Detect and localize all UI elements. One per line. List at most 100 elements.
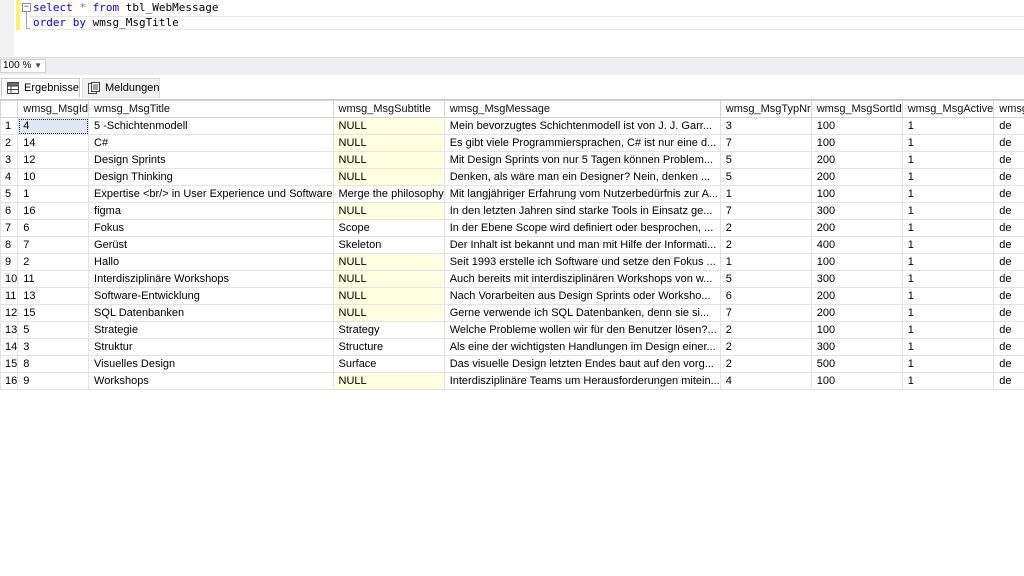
row-number-cell[interactable]: 13 bbox=[0, 321, 19, 339]
table-row[interactable]: 11 13 Software-Entwicklung NULL Nach Vorarbe… bbox=[0, 287, 1024, 305]
msgtitle-cell[interactable]: C# bbox=[88, 134, 334, 152]
msgid-cell[interactable]: 9 bbox=[17, 372, 90, 390]
msgsortid-cell[interactable]: 100 bbox=[810, 185, 903, 203]
column-header-msgsubtitle[interactable]: wmsg_MsgSubtitle bbox=[332, 100, 445, 118]
msgtypnr-cell[interactable]: 2 bbox=[719, 338, 812, 356]
msgtitle-cell[interactable]: Gerüst bbox=[88, 236, 334, 254]
msgtitle-cell[interactable]: figma bbox=[88, 202, 334, 220]
table-row[interactable]: 3 12 Design Sprints NULL Mit Design Sprints … bbox=[0, 151, 1024, 169]
msgtypnr-cell[interactable]: 1 bbox=[719, 253, 812, 271]
msgsubtitle-cell[interactable]: NULL bbox=[332, 270, 445, 288]
msgactive-cell[interactable]: 1 bbox=[901, 185, 995, 203]
msglang-cell[interactable]: de bbox=[993, 134, 1024, 152]
msgsubtitle-cell[interactable]: Surface bbox=[332, 355, 445, 373]
msgmessage-cell[interactable]: Nach Vorarbeiten aus Design Sprints oder… bbox=[443, 287, 721, 305]
msgsubtitle-cell[interactable]: NULL bbox=[332, 287, 445, 305]
msgmessage-cell[interactable]: Mit langjähriger Erfahrung vom Nutzerbed… bbox=[443, 185, 721, 203]
msgid-cell[interactable]: 2 bbox=[17, 253, 90, 271]
msgsortid-cell[interactable]: 200 bbox=[810, 304, 903, 322]
table-row[interactable]: 9 2 Hallo NULL Seit 1993 erstelle ich Softwa… bbox=[0, 253, 1024, 271]
msgsortid-cell[interactable]: 200 bbox=[810, 287, 903, 305]
msgsortid-cell[interactable]: 200 bbox=[810, 219, 903, 237]
msgid-cell[interactable]: 4 bbox=[17, 117, 90, 135]
column-header-msgtitle[interactable]: wmsg_MsgTitle bbox=[88, 100, 334, 118]
msgtypnr-cell[interactable]: 1 bbox=[719, 185, 812, 203]
msgsubtitle-cell[interactable]: NULL bbox=[332, 202, 445, 220]
msgtypnr-cell[interactable]: 7 bbox=[719, 134, 812, 152]
table-row[interactable]: 145 -Schichtenmodell NULL Mein bevorzugtes… bbox=[0, 117, 1024, 135]
msgtypnr-cell[interactable]: 6 bbox=[719, 287, 812, 305]
msgsortid-cell[interactable]: 200 bbox=[810, 151, 903, 169]
msgtitle-cell[interactable]: Interdisziplinäre Workshops bbox=[88, 270, 334, 288]
column-header-msgmessage[interactable]: wmsg_MsgMessage bbox=[443, 100, 721, 118]
msgtypnr-cell[interactable]: 2 bbox=[719, 321, 812, 339]
msglang-cell[interactable]: de bbox=[993, 168, 1024, 186]
msgsortid-cell[interactable]: 100 bbox=[810, 117, 903, 135]
msgsubtitle-cell[interactable]: NULL bbox=[332, 304, 445, 322]
row-number-cell[interactable]: 8 bbox=[0, 236, 19, 254]
msgtitle-cell[interactable]: Expertise <br/> in User Experience und S… bbox=[88, 185, 334, 203]
msgactive-cell[interactable]: 1 bbox=[901, 134, 995, 152]
msgsubtitle-cell[interactable]: NULL bbox=[332, 151, 445, 169]
msgtypnr-cell[interactable]: 5 bbox=[719, 151, 812, 169]
row-number-cell[interactable]: 12 bbox=[0, 304, 19, 322]
row-number-cell[interactable]: 15 bbox=[0, 355, 19, 373]
msgtypnr-cell[interactable]: 3 bbox=[719, 117, 812, 135]
msgmessage-cell[interactable]: Der Inhalt ist bekannt und man mit Hilfe… bbox=[443, 236, 721, 254]
msgtypnr-cell[interactable]: 5 bbox=[719, 270, 812, 288]
msgsortid-cell[interactable]: 400 bbox=[810, 236, 903, 254]
msgsubtitle-cell[interactable]: Merge the philosophy bbox=[332, 185, 445, 203]
column-header-msgactive[interactable]: wmsg_MsgActive bbox=[901, 100, 995, 118]
msgtitle-cell[interactable]: Workshops bbox=[88, 372, 334, 390]
row-number-cell[interactable]: 5 bbox=[0, 185, 19, 203]
table-row[interactable]: 7 6 Fokus Scope In der Ebene Scope wird defi… bbox=[0, 219, 1024, 237]
msgmessage-cell[interactable]: Seit 1993 erstelle ich Software und setz… bbox=[443, 253, 721, 271]
msglang-cell[interactable]: de bbox=[993, 372, 1024, 390]
msgactive-cell[interactable]: 1 bbox=[901, 236, 995, 254]
msgtypnr-cell[interactable]: 2 bbox=[719, 219, 812, 237]
msgsubtitle-cell[interactable]: NULL bbox=[332, 168, 445, 186]
msgmessage-cell[interactable]: Welche Probleme wollen wir für den Benut… bbox=[443, 321, 721, 339]
msgtypnr-cell[interactable]: 7 bbox=[719, 304, 812, 322]
msglang-cell[interactable]: de bbox=[993, 355, 1024, 373]
msgsubtitle-cell[interactable]: NULL bbox=[332, 372, 445, 390]
row-number-cell[interactable]: 4 bbox=[0, 168, 19, 186]
msgsubtitle-cell[interactable]: NULL bbox=[332, 117, 445, 135]
code-line-1[interactable]: select * from tbl_WebMessage bbox=[33, 1, 218, 15]
msgmessage-cell[interactable]: In der Ebene Scope wird definiert oder b… bbox=[443, 219, 721, 237]
msgtitle-cell[interactable]: Hallo bbox=[88, 253, 334, 271]
row-number-cell[interactable]: 14 bbox=[0, 338, 19, 356]
tab-ergebnisse[interactable]: Ergebnisse bbox=[1, 78, 80, 98]
msgtypnr-cell[interactable]: 7 bbox=[719, 202, 812, 220]
msgid-cell[interactable]: 7 bbox=[17, 236, 90, 254]
msgsortid-cell[interactable]: 100 bbox=[810, 372, 903, 390]
msglang-cell[interactable]: de bbox=[993, 321, 1024, 339]
msgtitle-cell[interactable]: 5 -Schichtenmodell bbox=[88, 117, 334, 135]
msgid-cell[interactable]: 1 bbox=[17, 185, 90, 203]
msgmessage-cell[interactable]: Gerne verwende ich SQL Datenbanken, denn… bbox=[443, 304, 721, 322]
msglang-cell[interactable]: de bbox=[993, 236, 1024, 254]
msgactive-cell[interactable]: 1 bbox=[901, 304, 995, 322]
msglang-cell[interactable]: de bbox=[993, 338, 1024, 356]
msgid-cell[interactable]: 11 bbox=[17, 270, 90, 288]
msgsortid-cell[interactable]: 200 bbox=[810, 168, 903, 186]
msgtitle-cell[interactable]: Visuelles Design bbox=[88, 355, 334, 373]
msglang-cell[interactable]: de bbox=[993, 270, 1024, 288]
msgtitle-cell[interactable]: Design Thinking bbox=[88, 168, 334, 186]
msglang-cell[interactable]: de bbox=[993, 287, 1024, 305]
code-line-2[interactable]: order by wmsg_MsgTitle bbox=[33, 16, 179, 30]
table-row[interactable]: 4 10 Design Thinking NULL Denken, als wäre m… bbox=[0, 168, 1024, 186]
msgmessage-cell[interactable]: Interdisziplinäre Teams um Herausforderu… bbox=[443, 372, 721, 390]
msgsortid-cell[interactable]: 100 bbox=[810, 134, 903, 152]
row-number-cell[interactable]: 9 bbox=[0, 253, 19, 271]
row-number-cell[interactable]: 3 bbox=[0, 151, 19, 169]
row-number-cell[interactable]: 7 bbox=[0, 219, 19, 237]
msgtypnr-cell[interactable]: 4 bbox=[719, 372, 812, 390]
msgsubtitle-cell[interactable]: Scope bbox=[332, 219, 445, 237]
msgtitle-cell[interactable]: Design Sprints bbox=[88, 151, 334, 169]
row-number-cell[interactable]: 6 bbox=[0, 202, 19, 220]
zoom-dropdown[interactable]: 100 % ▼ bbox=[0, 59, 46, 73]
msgsubtitle-cell[interactable]: NULL bbox=[332, 253, 445, 271]
msgsortid-cell[interactable]: 100 bbox=[810, 321, 903, 339]
msgmessage-cell[interactable]: Es gibt viele Programmiersprachen, C# is… bbox=[443, 134, 721, 152]
